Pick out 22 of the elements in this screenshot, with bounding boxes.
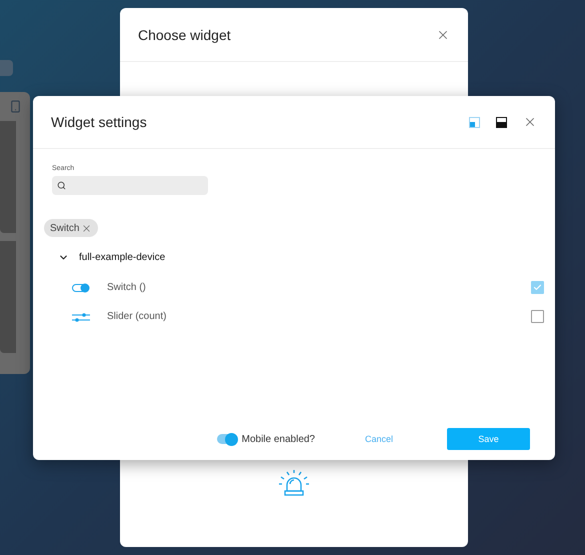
save-button[interactable]: Save — [447, 428, 530, 450]
widget-label: Switch () — [107, 282, 147, 293]
siren-icon — [278, 469, 310, 497]
toggle-label: Mobile enabled? — [242, 434, 315, 444]
toggle-icon — [72, 282, 90, 292]
close-icon[interactable] — [523, 115, 537, 129]
dialog-title: Choose widget — [138, 26, 231, 42]
checkbox[interactable] — [531, 310, 544, 323]
device-name: full-example-device — [79, 252, 166, 262]
toggle-switch[interactable] — [216, 434, 237, 444]
search-field[interactable] — [52, 176, 208, 195]
search-icon — [57, 181, 66, 190]
phone-icon — [9, 100, 22, 113]
check-icon — [533, 283, 542, 292]
sliders-icon — [72, 312, 90, 322]
cancel-button[interactable]: Cancel — [347, 428, 411, 450]
remove-icon[interactable] — [81, 222, 92, 234]
widget-label: Slider (count) — [107, 311, 168, 322]
layout-icon[interactable] — [496, 116, 507, 128]
dialog-title: Widget settings — [51, 114, 147, 130]
checkbox[interactable] — [531, 281, 544, 294]
filter-chip[interactable]: Switch — [44, 219, 98, 237]
